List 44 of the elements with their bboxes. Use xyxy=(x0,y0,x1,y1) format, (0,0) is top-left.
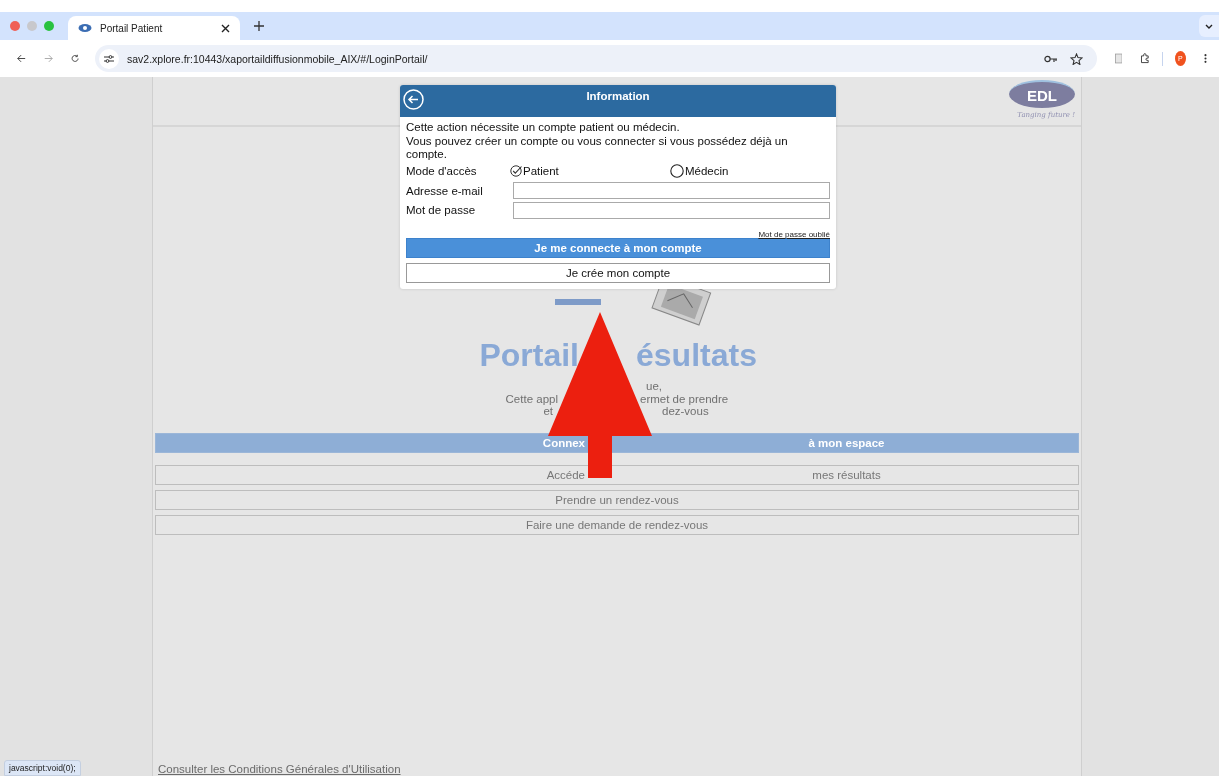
star-icon[interactable] xyxy=(1070,52,1083,65)
intro-text: Cette appl xyxy=(504,392,558,406)
more-menu-icon[interactable] xyxy=(1204,52,1207,65)
input-field[interactable] xyxy=(513,201,830,219)
input-field[interactable] xyxy=(513,182,830,200)
page-title: Portail xyxy=(478,336,579,374)
access-mode-option[interactable]: Médecin xyxy=(670,164,830,179)
back-arrow-icon[interactable] xyxy=(17,53,26,64)
forgot-password-link[interactable]: Mot de passe oublié xyxy=(758,230,830,239)
dialog-title: Information xyxy=(585,90,651,102)
address-bar[interactable]: sav2.xplore.fr:10443/xaportaildiffusionmobile_AIX/#/LoginPortail/ xyxy=(95,45,1097,72)
back-icon[interactable] xyxy=(403,89,424,110)
url-text: sav2.xplore.fr:10443/xaportaildiffusionmobile_AIX/#/LoginPortail/ xyxy=(127,52,428,65)
puzzle-icon[interactable] xyxy=(1140,52,1151,65)
intro-text: ermet de prendre xyxy=(640,392,730,406)
login-button[interactable]: Je me connecte à mon compte xyxy=(406,238,830,258)
intro-text: dez-vous xyxy=(662,405,710,419)
create-account-button[interactable]: Je crée mon compte xyxy=(406,263,830,283)
terms-link[interactable]: Consulter les Conditions Générales d'Utilisation xyxy=(158,763,401,775)
site-settings-icon[interactable] xyxy=(99,48,119,69)
connect-button[interactable]: Connex à mon espace xyxy=(155,433,1079,454)
new-tab-icon[interactable] xyxy=(254,21,264,31)
close-icon[interactable] xyxy=(221,23,230,33)
dialog-message: Cette action nécessite un compte patient ou médecin. Vous pouvez créer un compte ou vous connecter si vous possédez déjà un compte. xyxy=(406,121,789,162)
menu-button[interactable]: Faire une demande de rendez-vous xyxy=(155,515,1079,536)
menu-button[interactable]: Prendre un rendez-vous xyxy=(155,490,1079,511)
field-label: Adresse e-mail xyxy=(406,184,484,197)
menu-button[interactable]: Accéde mes résultats xyxy=(155,465,1079,486)
close-window-icon[interactable] xyxy=(10,21,20,31)
tab-search-button[interactable] xyxy=(1199,15,1219,37)
status-bubble: javascript:void(0); xyxy=(4,760,81,776)
browser-tab[interactable]: Portail Patient xyxy=(68,16,240,40)
access-mode-option[interactable]: Patient xyxy=(510,164,670,179)
page-title: ésultats xyxy=(636,336,758,374)
eye-icon xyxy=(78,23,92,33)
key-icon[interactable] xyxy=(1044,54,1058,63)
logo-badge: EDL xyxy=(1009,80,1075,108)
field-label: Mot de passe xyxy=(406,204,477,217)
reload-icon[interactable] xyxy=(70,53,79,64)
intro-text: et xyxy=(542,405,553,419)
intro-text: ue, xyxy=(646,380,663,393)
chevron-down-icon xyxy=(1205,23,1213,29)
access-mode-label: Mode d'accès xyxy=(406,165,478,178)
tab-title: Portail Patient xyxy=(100,22,164,34)
